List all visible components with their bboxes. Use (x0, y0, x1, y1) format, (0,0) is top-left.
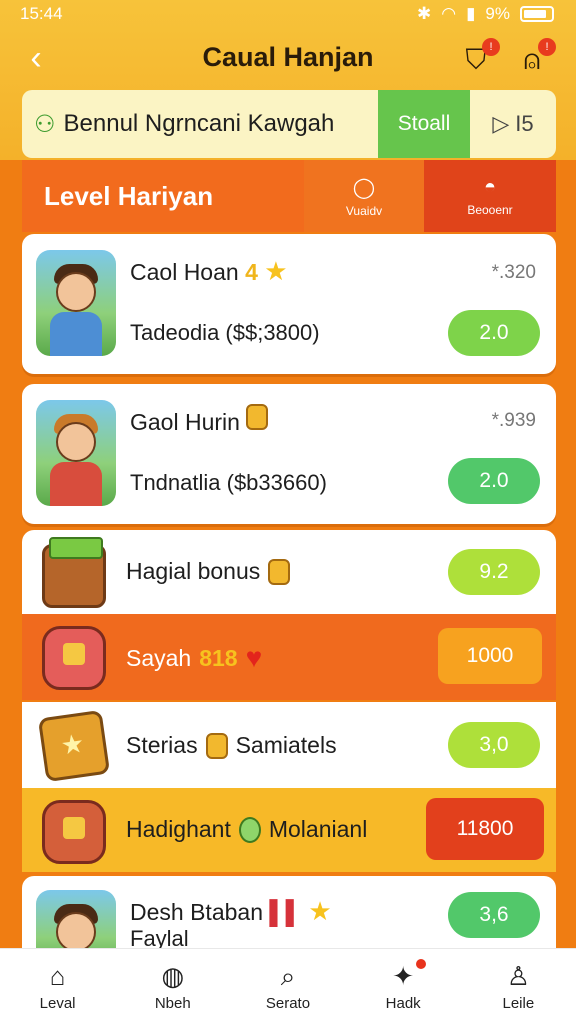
user-icon: ♙ (506, 961, 530, 991)
claim-button[interactable]: 2.0 (448, 310, 540, 356)
play-count: I5 (515, 111, 534, 136)
heart-icon: ♥ (245, 642, 263, 673)
treasure-chest-icon (42, 537, 106, 608)
level-title: Level Hariyan (22, 160, 304, 232)
list-item[interactable]: Desh Btaban ▌▌ ★ Faylal 3,6 (22, 876, 556, 952)
claim-button[interactable]: 3,6 (448, 892, 540, 938)
nav-item-games[interactable]: ✦ Hadk (358, 959, 448, 1012)
item-name: Sterias Samiatels (126, 732, 337, 759)
nav-item-level[interactable]: ⌂ Leval (13, 961, 103, 1012)
nav-item-profile[interactable]: ♙ Leile (473, 961, 563, 1012)
banner-play-button[interactable]: ▷ I5 (470, 90, 556, 158)
top-area: 15:44 ✱ ◠ ▮ 9% ‹ Caual Hanjan ⛉ ! ⍝ ! ⚇ … (0, 0, 576, 160)
status-icons: ✱ ◠ ▮ 9% (417, 4, 554, 24)
claim-button[interactable]: 2.0 (448, 458, 540, 504)
notification-dot (416, 959, 427, 969)
banner-start-button[interactable]: Stoall (378, 90, 470, 158)
tab-bonus-label: Beooenr (467, 202, 513, 217)
notification-dot: ! (538, 38, 556, 56)
circle-icon: ◯ (352, 176, 376, 199)
star-icon: ★ (308, 896, 332, 926)
list-item[interactable]: Caol Hoan 4 ★ *.320 Tadeodia ($$;3800) 2… (22, 234, 556, 374)
book-icon (37, 709, 111, 783)
tab-bonus[interactable]: ◓ Beooenr (424, 160, 556, 232)
tab-daily-label: Vuaidv (345, 203, 383, 218)
star-icon: ★ (264, 256, 288, 286)
item-sub: Tndnatlia ($b33660) (130, 470, 327, 495)
users-icon: ⚇ (34, 110, 56, 138)
claim-button[interactable]: 9.2 (448, 549, 540, 595)
list-item[interactable]: Sterias Samiatels 3,0 (22, 702, 556, 788)
bonus-icon: ◓ (483, 175, 497, 198)
coin-icon (246, 404, 269, 430)
list-item[interactable]: Hadighant Molanianl 11800 (22, 788, 556, 872)
list-item[interactable]: Gaol Hurin *.939 Tndnatlia ($b33660) 2.0 (22, 384, 556, 524)
search-icon: ⌕ (280, 961, 296, 991)
nav-label: Hadk (385, 995, 421, 1012)
home-icon: ⌂ (49, 961, 66, 991)
level-badge: 4 (245, 259, 258, 285)
item-name: Gaol Hurin (130, 404, 269, 436)
status-bar: 15:44 ✱ ◠ ▮ 9% (0, 0, 576, 28)
level-header: Level Hariyan ◯ Vuaidv ◓ Beooenr (22, 160, 556, 232)
claim-button[interactable]: 1000 (438, 628, 542, 684)
notification-dot: ! (482, 38, 500, 56)
list-item[interactable]: Hagial bonus 9.2 (22, 530, 556, 614)
item-name: Hadighant Molanianl (126, 816, 368, 843)
bottom-nav: ⌂ Leval ◍ Nbeh ⌕ Serato ✦ Hadk ♙ Leile (0, 948, 576, 1024)
battery-percent: 9% (485, 4, 510, 23)
bluetooth-icon: ✱ (416, 4, 432, 23)
backpack-icon (42, 626, 106, 690)
coin-icon (268, 558, 291, 585)
tab-daily[interactable]: ◯ Vuaidv (304, 160, 424, 232)
item-name: Hagial bonus (126, 558, 291, 585)
bell-notifications-button[interactable]: ⍝ ! (512, 38, 556, 80)
coin-icon (205, 732, 228, 759)
status-time: 15:44 (20, 4, 63, 23)
nav-label: Leile (502, 995, 535, 1012)
signal-icon: ▮ (466, 4, 476, 23)
banner-text-wrap: ⚇ Bennul Ngrncani Kawgah (22, 90, 378, 158)
backpack-icon (42, 800, 106, 864)
item-metric: *.320 (491, 262, 536, 283)
nav-label: Nbeh (154, 995, 191, 1012)
invite-banner[interactable]: ⚇ Bennul Ngrncani Kawgah Stoall ▷ I5 (22, 90, 556, 158)
play-icon: ▷ (492, 111, 510, 136)
item-name: Caol Hoan 4 ★ (130, 256, 288, 286)
nav-label: Leval (39, 995, 76, 1012)
avatar (36, 250, 116, 356)
nav-item-rocket[interactable]: ◍ Nbeh (128, 961, 218, 1012)
item-name: Desh Btaban ▌▌ ★ (130, 896, 332, 926)
wifi-icon: ◠ (441, 4, 457, 23)
claim-button[interactable]: 3,0 (448, 722, 540, 768)
avatar (36, 890, 116, 952)
list-item[interactable]: Sayah 818 ♥ 1000 (22, 614, 556, 700)
app-header: ‹ Caual Hanjan ⛉ ! ⍝ ! (0, 30, 576, 90)
bag-notifications-button[interactable]: ⛉ ! (456, 38, 500, 80)
claim-button[interactable]: 11800 (426, 798, 544, 860)
nav-label: Serato (265, 995, 311, 1012)
nav-item-search[interactable]: ⌕ Serato (243, 961, 333, 1012)
item-sub: Tadeodia ($$;3800) (130, 320, 320, 345)
gamepad-icon: ✦ (392, 961, 415, 991)
avatar (36, 400, 116, 506)
coin-icon (238, 816, 261, 843)
item-name: Sayah 818 ♥ (126, 642, 263, 673)
banner-text: Bennul Ngrncani Kawgah (63, 110, 335, 137)
item-number: 818 (199, 644, 238, 671)
battery-icon (520, 6, 554, 22)
flag-icon: ▌▌ (269, 899, 302, 925)
item-metric: *.939 (491, 410, 536, 431)
rocket-icon: ◍ (161, 961, 185, 991)
